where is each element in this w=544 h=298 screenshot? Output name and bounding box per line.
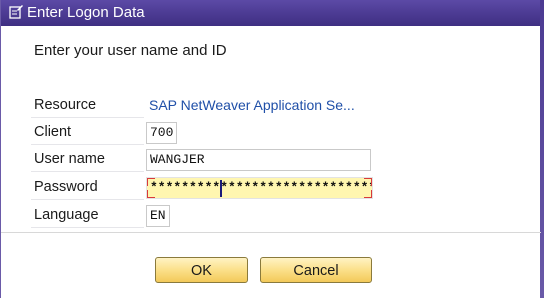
- resource-link[interactable]: SAP NetWeaver Application Se...: [149, 97, 355, 113]
- button-separator: [1, 232, 541, 233]
- required-marker-bottom-left: [147, 190, 155, 198]
- title-bar[interactable]: Enter Logon Data: [1, 0, 544, 26]
- text-cursor: [220, 180, 222, 197]
- resource-label: Resource: [34, 97, 97, 113]
- language-label: Language: [34, 207, 99, 223]
- password-label: Password: [34, 179, 98, 195]
- required-marker-top-right: [364, 178, 372, 186]
- window-title: Enter Logon Data: [27, 4, 145, 21]
- client-label: Client: [34, 124, 72, 140]
- required-marker-bottom-right: [364, 190, 372, 198]
- password-mask: ********************************: [150, 180, 372, 195]
- username-label: User name: [34, 151, 105, 167]
- cancel-button[interactable]: Cancel: [260, 257, 372, 283]
- required-marker-top-left: [147, 178, 155, 186]
- client-field[interactable]: 700: [146, 122, 177, 144]
- language-field[interactable]: EN: [146, 205, 170, 227]
- edit-document-icon: [9, 5, 23, 19]
- password-field[interactable]: ********************************: [146, 177, 373, 199]
- window-border: [540, 0, 544, 298]
- username-field[interactable]: WANGJER: [146, 149, 371, 171]
- logon-dialog: Enter Logon Data Enter your user name an…: [0, 0, 544, 298]
- ok-button[interactable]: OK: [155, 257, 248, 283]
- instruction-heading: Enter your user name and ID: [34, 42, 227, 59]
